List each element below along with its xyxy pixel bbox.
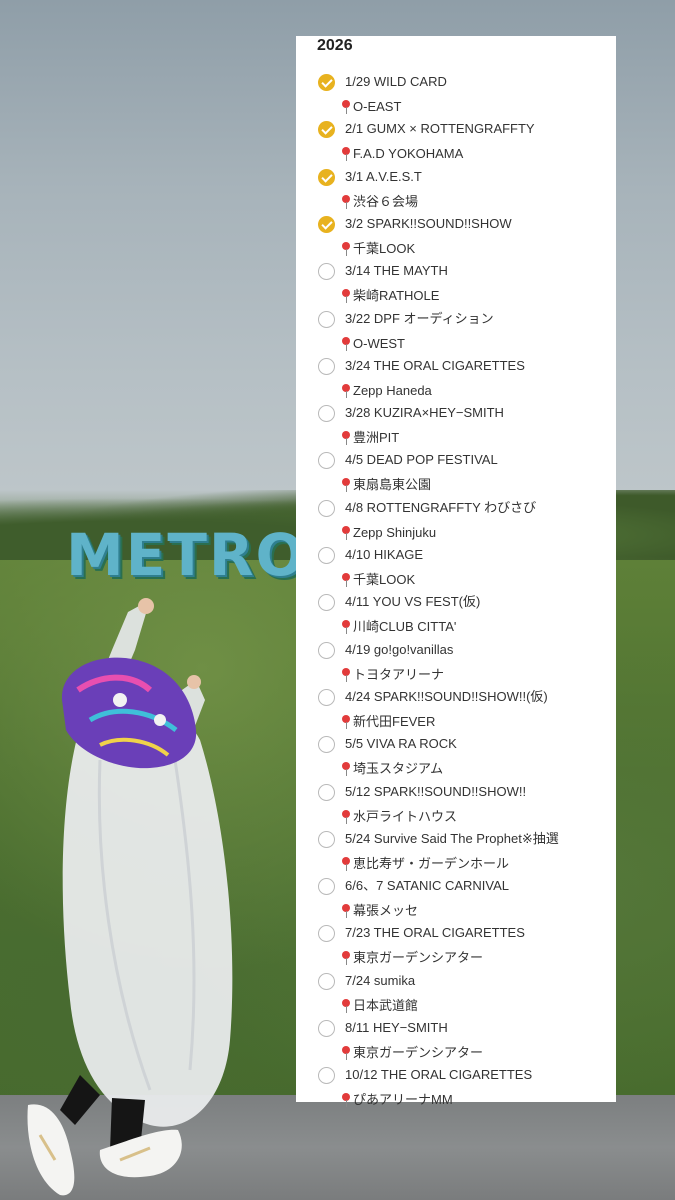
event-title: 4/5 DEAD POP FESTIVAL: [345, 452, 498, 468]
checked-circle-icon[interactable]: [318, 121, 335, 139]
event-title: 3/2 SPARK!!SOUND!!SHOW: [345, 215, 512, 231]
unchecked-circle-icon[interactable]: [318, 972, 335, 990]
unchecked-circle-icon[interactable]: [318, 783, 335, 801]
schedule-item: 4/24 SPARK!!SOUND!!SHOW!!(仮) 新代田FEVER: [296, 659, 616, 729]
schedule-item: 3/14 THE MAYTH 柴崎RATHOLE: [296, 233, 616, 304]
event-title: 7/23 THE ORAL CIGARETTES: [345, 925, 525, 941]
schedule-item: 4/19 go!go!vanillas トヨタアリーナ: [296, 612, 616, 682]
schedule-item: 3/28 KUZIRA×HEY−SMITH 豊洲PIT: [296, 375, 616, 446]
event-title: 3/28 KUZIRA×HEY−SMITH: [345, 405, 504, 421]
schedule-item: 7/23 THE ORAL CIGARETTES 東京ガーデンシアター: [296, 895, 616, 966]
schedule-item: 3/24 THE ORAL CIGARETTES Zepp Haneda: [296, 328, 616, 398]
unchecked-circle-icon[interactable]: [318, 310, 335, 328]
event-title: 1/29 WILD CARD: [345, 74, 447, 89]
schedule-item: 3/2 SPARK!!SOUND!!SHOW 千葉LOOK: [296, 186, 616, 256]
schedule-item: 4/5 DEAD POP FESTIVAL 東扇島東公園: [296, 422, 616, 493]
event-title: 4/19 go!go!vanillas: [345, 641, 454, 657]
event-title: 3/14 THE MAYTH: [345, 263, 448, 279]
unchecked-circle-icon[interactable]: [318, 925, 335, 943]
event-title: 4/11 YOU VS FEST(仮): [345, 594, 481, 610]
note-panel: 2026 1/29 WILD CARD O-EAST 2/1 GUMX × ROTT…: [296, 36, 616, 1108]
event-title: 3/22 DPF オーディション: [345, 310, 494, 326]
venue-name: ぴあアリーナMM: [353, 1092, 453, 1108]
schedule-item: 5/5 VIVA RA ROCK 埼玉スタジアム: [296, 706, 616, 777]
checked-circle-icon[interactable]: [318, 74, 335, 91]
event-title: 5/5 VIVA RA ROCK: [345, 736, 457, 752]
event-title: 4/24 SPARK!!SOUND!!SHOW!!(仮): [345, 688, 548, 704]
unchecked-circle-icon[interactable]: [318, 736, 335, 754]
event-title: 3/24 THE ORAL CIGARETTES: [345, 357, 525, 373]
unchecked-circle-icon[interactable]: [318, 263, 335, 281]
event-title: 5/12 SPARK!!SOUND!!SHOW!!: [345, 783, 527, 799]
unchecked-circle-icon[interactable]: [318, 641, 335, 659]
unchecked-circle-icon[interactable]: [318, 830, 335, 848]
event-title: 5/24 Survive Said The Prophet※抽選: [345, 830, 559, 846]
schedule-item: 5/12 SPARK!!SOUND!!SHOW!! 水戸ライトハウス: [296, 754, 616, 824]
unchecked-circle-icon[interactable]: [318, 405, 335, 423]
schedule-item: 4/11 YOU VS FEST(仮) 川崎CLUB CITTA': [296, 564, 616, 635]
event-title: 4/8 ROTTENGRAFFTY わびさび: [345, 499, 537, 515]
event-title: 6/6、7 SATANIC CARNIVAL: [345, 878, 509, 894]
unchecked-circle-icon[interactable]: [318, 878, 335, 896]
unchecked-circle-icon[interactable]: [318, 499, 335, 517]
schedule-item: 1/29 WILD CARD O-EAST: [296, 44, 616, 114]
schedule-item: 7/24 sumika 日本武道館: [296, 943, 616, 1013]
schedule-item: 5/24 Survive Said The Prophet※抽選 恵比寿ザ・ガーデ…: [296, 801, 616, 871]
schedule-item: 2/1 GUMX × ROTTENGRAFFTY F.A.D YOKOHAMA: [296, 91, 616, 162]
schedule-item: 4/8 ROTTENGRAFFTY わびさび Zepp Shinjuku: [296, 470, 616, 540]
event-title: 4/10 HIKAGE: [345, 547, 424, 562]
unchecked-circle-icon[interactable]: [318, 357, 335, 375]
schedule-item: 3/22 DPF オーディション O-WEST: [296, 281, 616, 351]
unchecked-circle-icon[interactable]: [318, 1020, 335, 1037]
schedule-item: 10/12 THE ORAL CIGARETTES ぴあアリーナMM: [296, 1037, 616, 1108]
unchecked-circle-icon[interactable]: [318, 547, 335, 564]
event-title: 2/1 GUMX × ROTTENGRAFFTY: [345, 121, 535, 137]
schedule-item: 8/11 HEY−SMITH 東京ガーデンシアター: [296, 990, 616, 1060]
event-title: 8/11 HEY−SMITH: [345, 1020, 448, 1035]
event-title: 3/1 A.V.E.S.T: [345, 168, 422, 184]
unchecked-circle-icon[interactable]: [318, 1067, 335, 1085]
schedule-item: 4/10 HIKAGE 千葉LOOK: [296, 517, 616, 587]
schedule-item: 3/1 A.V.E.S.T 渋谷６会場: [296, 139, 616, 209]
schedule-item: 6/6、7 SATANIC CARNIVAL 幕張メッセ: [296, 848, 616, 919]
event-venue: ぴあアリーナMM: [341, 1092, 453, 1108]
event-title: 7/24 sumika: [345, 972, 416, 988]
unchecked-circle-icon[interactable]: [318, 452, 335, 470]
event-title: 10/12 THE ORAL CIGARETTES: [345, 1067, 533, 1083]
unchecked-circle-icon[interactable]: [318, 594, 335, 612]
pin-icon: [341, 1093, 351, 1108]
unchecked-circle-icon[interactable]: [318, 688, 335, 706]
checked-circle-icon[interactable]: [318, 168, 335, 186]
checked-circle-icon[interactable]: [318, 215, 335, 233]
